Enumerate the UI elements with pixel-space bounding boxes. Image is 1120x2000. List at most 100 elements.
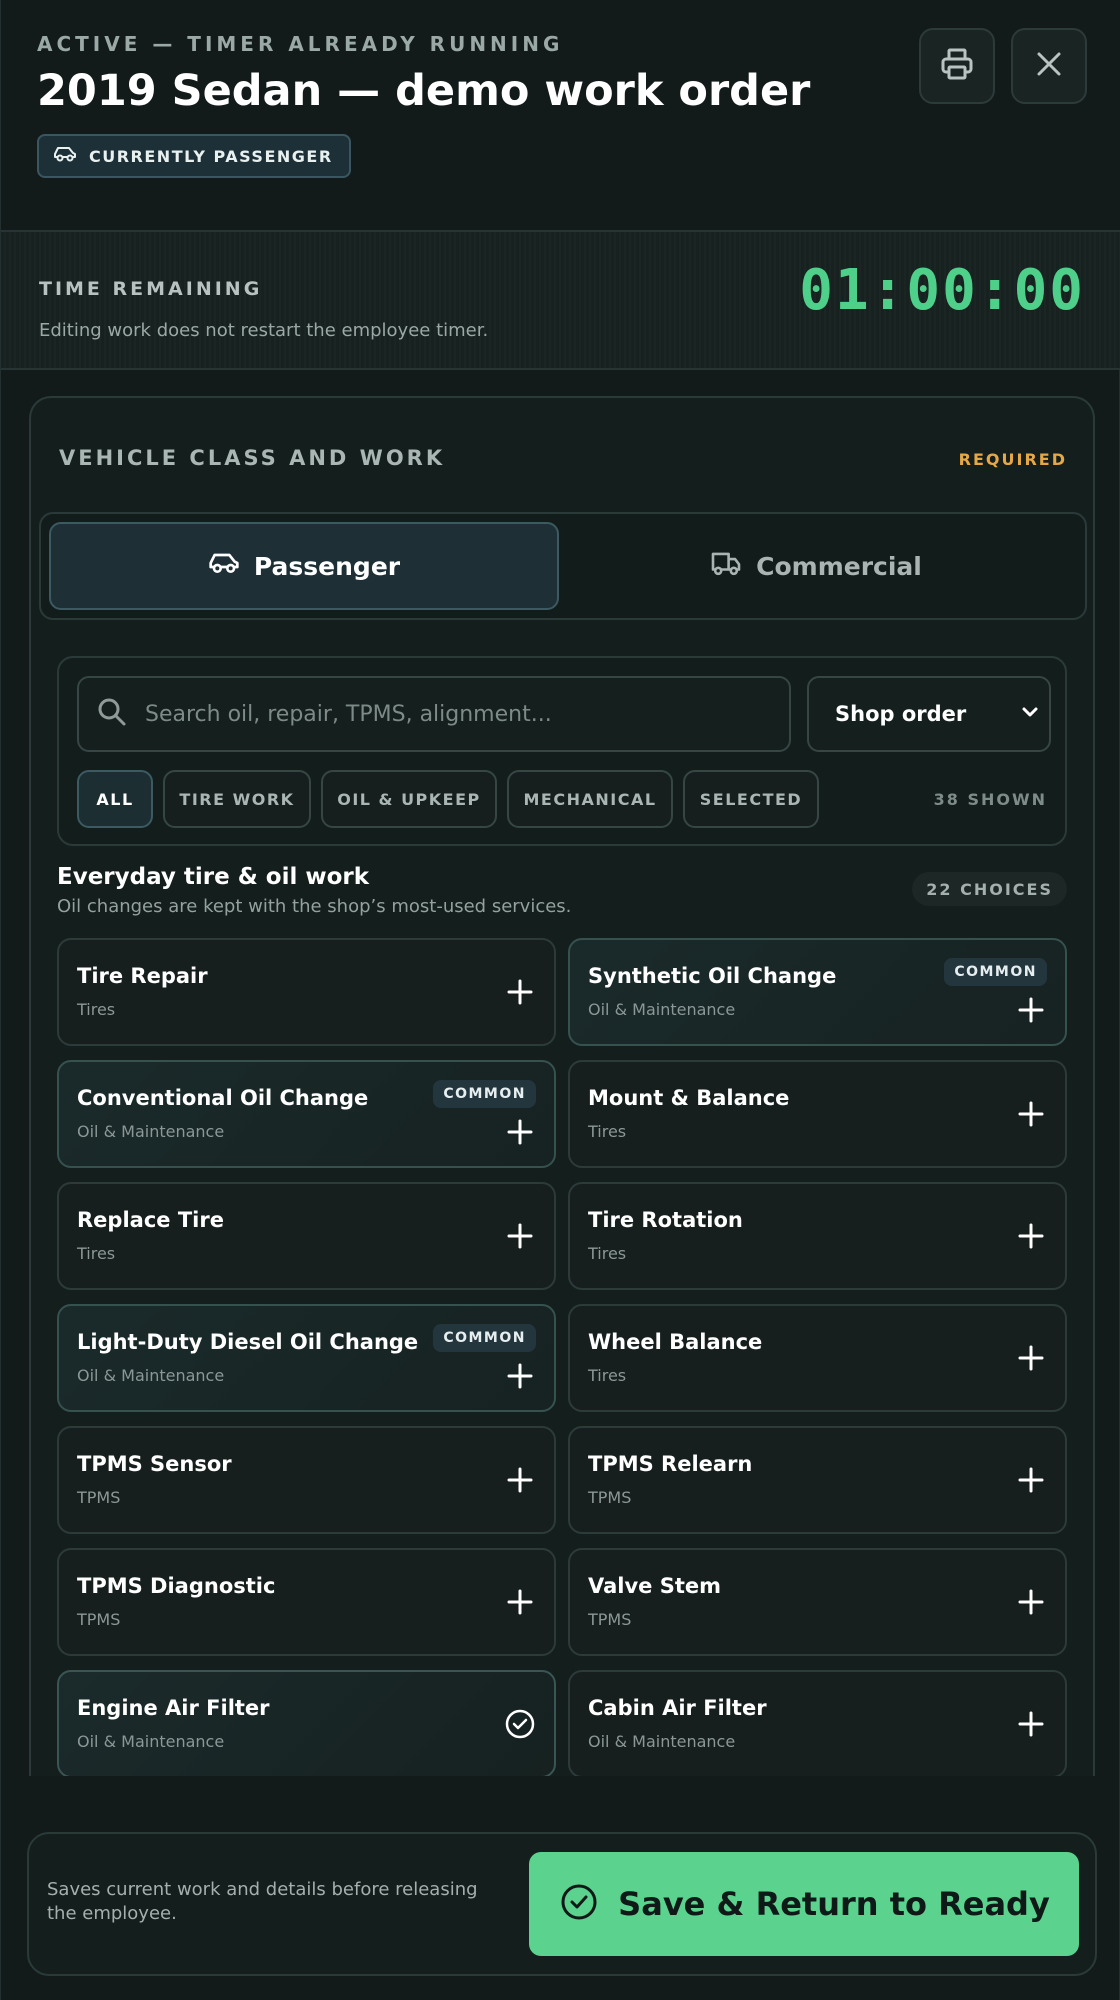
car-icon <box>53 145 77 167</box>
service-card[interactable]: Replace Tire Tires <box>57 1182 556 1290</box>
service-card[interactable]: Mount & Balance Tires <box>568 1060 1067 1168</box>
save-return-label: Save & Return to Ready <box>618 1885 1050 1923</box>
search-placeholder: Search oil, repair, TPMS, alignment... <box>145 701 552 727</box>
service-card[interactable]: Tire Rotation Tires <box>568 1182 1067 1290</box>
service-category: Oil & Maintenance <box>588 1000 736 1019</box>
vehicle-work-panel: VEHICLE CLASS AND WORK REQUIRED Passenge… <box>29 396 1095 1776</box>
service-card[interactable]: Synthetic Oil Change Oil & Maintenance COM… <box>568 938 1067 1046</box>
section-subtitle: Oil changes are kept with the shop’s mos… <box>57 896 572 917</box>
sort-select[interactable]: Shop order <box>807 676 1051 752</box>
vehicle-class-badge-label: CURRENTLY PASSENGER <box>89 146 333 166</box>
vehicle-class-toggle: Passenger Commercial <box>39 512 1087 620</box>
work-order-modal: ACTIVE — TIMER ALREADY RUNNING 2019 Seda… <box>0 0 1120 2000</box>
close-icon <box>1034 49 1064 83</box>
check-circle-icon <box>559 1882 599 1926</box>
service-name: TPMS Diagnostic <box>77 1574 276 1598</box>
chevron-down-icon <box>1019 701 1041 728</box>
service-card[interactable]: Valve Stem TPMS <box>568 1548 1067 1656</box>
save-return-button[interactable]: Save & Return to Ready <box>529 1852 1079 1956</box>
footer-bar: Saves current work and details before re… <box>27 1832 1097 1976</box>
service-card[interactable]: TPMS Diagnostic TPMS <box>57 1548 556 1656</box>
plus-icon[interactable] <box>1015 1220 1047 1252</box>
service-name: TPMS Sensor <box>77 1452 232 1476</box>
service-name: Conventional Oil Change <box>77 1086 369 1110</box>
service-category: Oil & Maintenance <box>77 1732 225 1751</box>
service-category: TPMS <box>588 1488 632 1507</box>
service-card[interactable]: TPMS Relearn TPMS <box>568 1426 1067 1534</box>
service-card[interactable]: Cabin Air Filter Oil & Maintenance <box>568 1670 1067 1776</box>
search-icon <box>97 697 127 731</box>
filter-chip-tire-work[interactable]: TIRE WORK <box>163 770 311 828</box>
timer-countdown: 01:00:00 <box>799 258 1085 323</box>
service-name: Wheel Balance <box>588 1330 763 1354</box>
search-input[interactable]: Search oil, repair, TPMS, alignment... <box>77 676 791 752</box>
service-name: TPMS Relearn <box>588 1452 753 1476</box>
service-category: TPMS <box>77 1610 121 1629</box>
service-filter-box: Search oil, repair, TPMS, alignment... S… <box>57 656 1067 846</box>
class-option-passenger[interactable]: Passenger <box>49 522 559 610</box>
car-icon <box>208 551 240 581</box>
service-category: Tires <box>77 1000 116 1019</box>
timer-status-text: ACTIVE — TIMER ALREADY RUNNING <box>37 32 564 56</box>
service-category: Tires <box>588 1244 627 1263</box>
filter-chip-mechanical[interactable]: MECHANICAL <box>507 770 673 828</box>
service-card[interactable]: Conventional Oil Change Oil & Maintenance… <box>57 1060 556 1168</box>
service-name: Mount & Balance <box>588 1086 790 1110</box>
service-category: Tires <box>588 1122 627 1141</box>
service-name: Engine Air Filter <box>77 1696 270 1720</box>
plus-icon[interactable] <box>504 1464 536 1496</box>
plus-icon[interactable] <box>1015 1342 1047 1374</box>
plus-icon[interactable] <box>1015 994 1047 1026</box>
service-name: Replace Tire <box>77 1208 224 1232</box>
close-button[interactable] <box>1011 28 1087 104</box>
filter-chip-oil-upkeep[interactable]: OIL & UPKEEP <box>321 770 497 828</box>
service-category: Oil & Maintenance <box>588 1732 736 1751</box>
plus-icon[interactable] <box>504 1360 536 1392</box>
timer-note: Editing work does not restart the employ… <box>39 320 489 341</box>
service-name: Tire Rotation <box>588 1208 743 1232</box>
class-option-label: Passenger <box>253 551 401 581</box>
footer-note: Saves current work and details before re… <box>47 1879 478 1924</box>
page-title: 2019 Sedan — demo work order <box>37 66 811 116</box>
results-count: 38 SHOWN <box>933 790 1047 809</box>
plus-icon[interactable] <box>504 976 536 1008</box>
service-card[interactable]: TPMS Sensor TPMS <box>57 1426 556 1534</box>
service-card[interactable]: Engine Air Filter Oil & Maintenance <box>57 1670 556 1776</box>
service-card[interactable]: Wheel Balance Tires <box>568 1304 1067 1412</box>
timer-band: TIME REMAINING Editing work does not res… <box>1 230 1120 370</box>
service-name: Cabin Air Filter <box>588 1696 767 1720</box>
panel-title: VEHICLE CLASS AND WORK <box>59 446 446 470</box>
plus-icon[interactable] <box>504 1116 536 1148</box>
class-option-commercial[interactable]: Commercial <box>561 522 1071 610</box>
service-category: Tires <box>77 1244 116 1263</box>
service-card[interactable]: Light-Duty Diesel Oil Change Oil & Mainte… <box>57 1304 556 1412</box>
service-category: TPMS <box>588 1610 632 1629</box>
service-grid: Tire Repair Tires Synthetic Oil Change Oil … <box>57 938 1067 1776</box>
filter-chip-selected[interactable]: SELECTED <box>683 770 819 828</box>
check-circle-icon[interactable] <box>504 1708 536 1740</box>
plus-icon[interactable] <box>1015 1464 1047 1496</box>
truck-icon <box>710 550 742 582</box>
plus-icon[interactable] <box>1015 1098 1047 1130</box>
common-tag: COMMON <box>433 1080 536 1108</box>
sort-select-value: Shop order <box>835 702 967 726</box>
service-card[interactable]: Tire Repair Tires <box>57 938 556 1046</box>
service-category: Tires <box>588 1366 627 1385</box>
plus-icon[interactable] <box>504 1220 536 1252</box>
plus-icon[interactable] <box>1015 1586 1047 1618</box>
print-button[interactable] <box>919 28 995 104</box>
service-name: Light-Duty Diesel Oil Change <box>77 1330 419 1354</box>
printer-icon <box>939 46 975 86</box>
plus-icon[interactable] <box>1015 1708 1047 1740</box>
common-tag: COMMON <box>433 1324 536 1352</box>
service-category: Oil & Maintenance <box>77 1122 225 1141</box>
service-category: TPMS <box>77 1488 121 1507</box>
timer-label: TIME REMAINING <box>39 278 263 300</box>
filter-chip-all[interactable]: ALL <box>77 770 153 828</box>
service-name: Valve Stem <box>588 1574 722 1598</box>
required-badge: REQUIRED <box>958 450 1067 469</box>
choices-count-badge: 22 CHOICES <box>912 872 1067 906</box>
plus-icon[interactable] <box>504 1586 536 1618</box>
modal-header: ACTIVE — TIMER ALREADY RUNNING 2019 Seda… <box>1 0 1120 230</box>
service-name: Tire Repair <box>77 964 208 988</box>
